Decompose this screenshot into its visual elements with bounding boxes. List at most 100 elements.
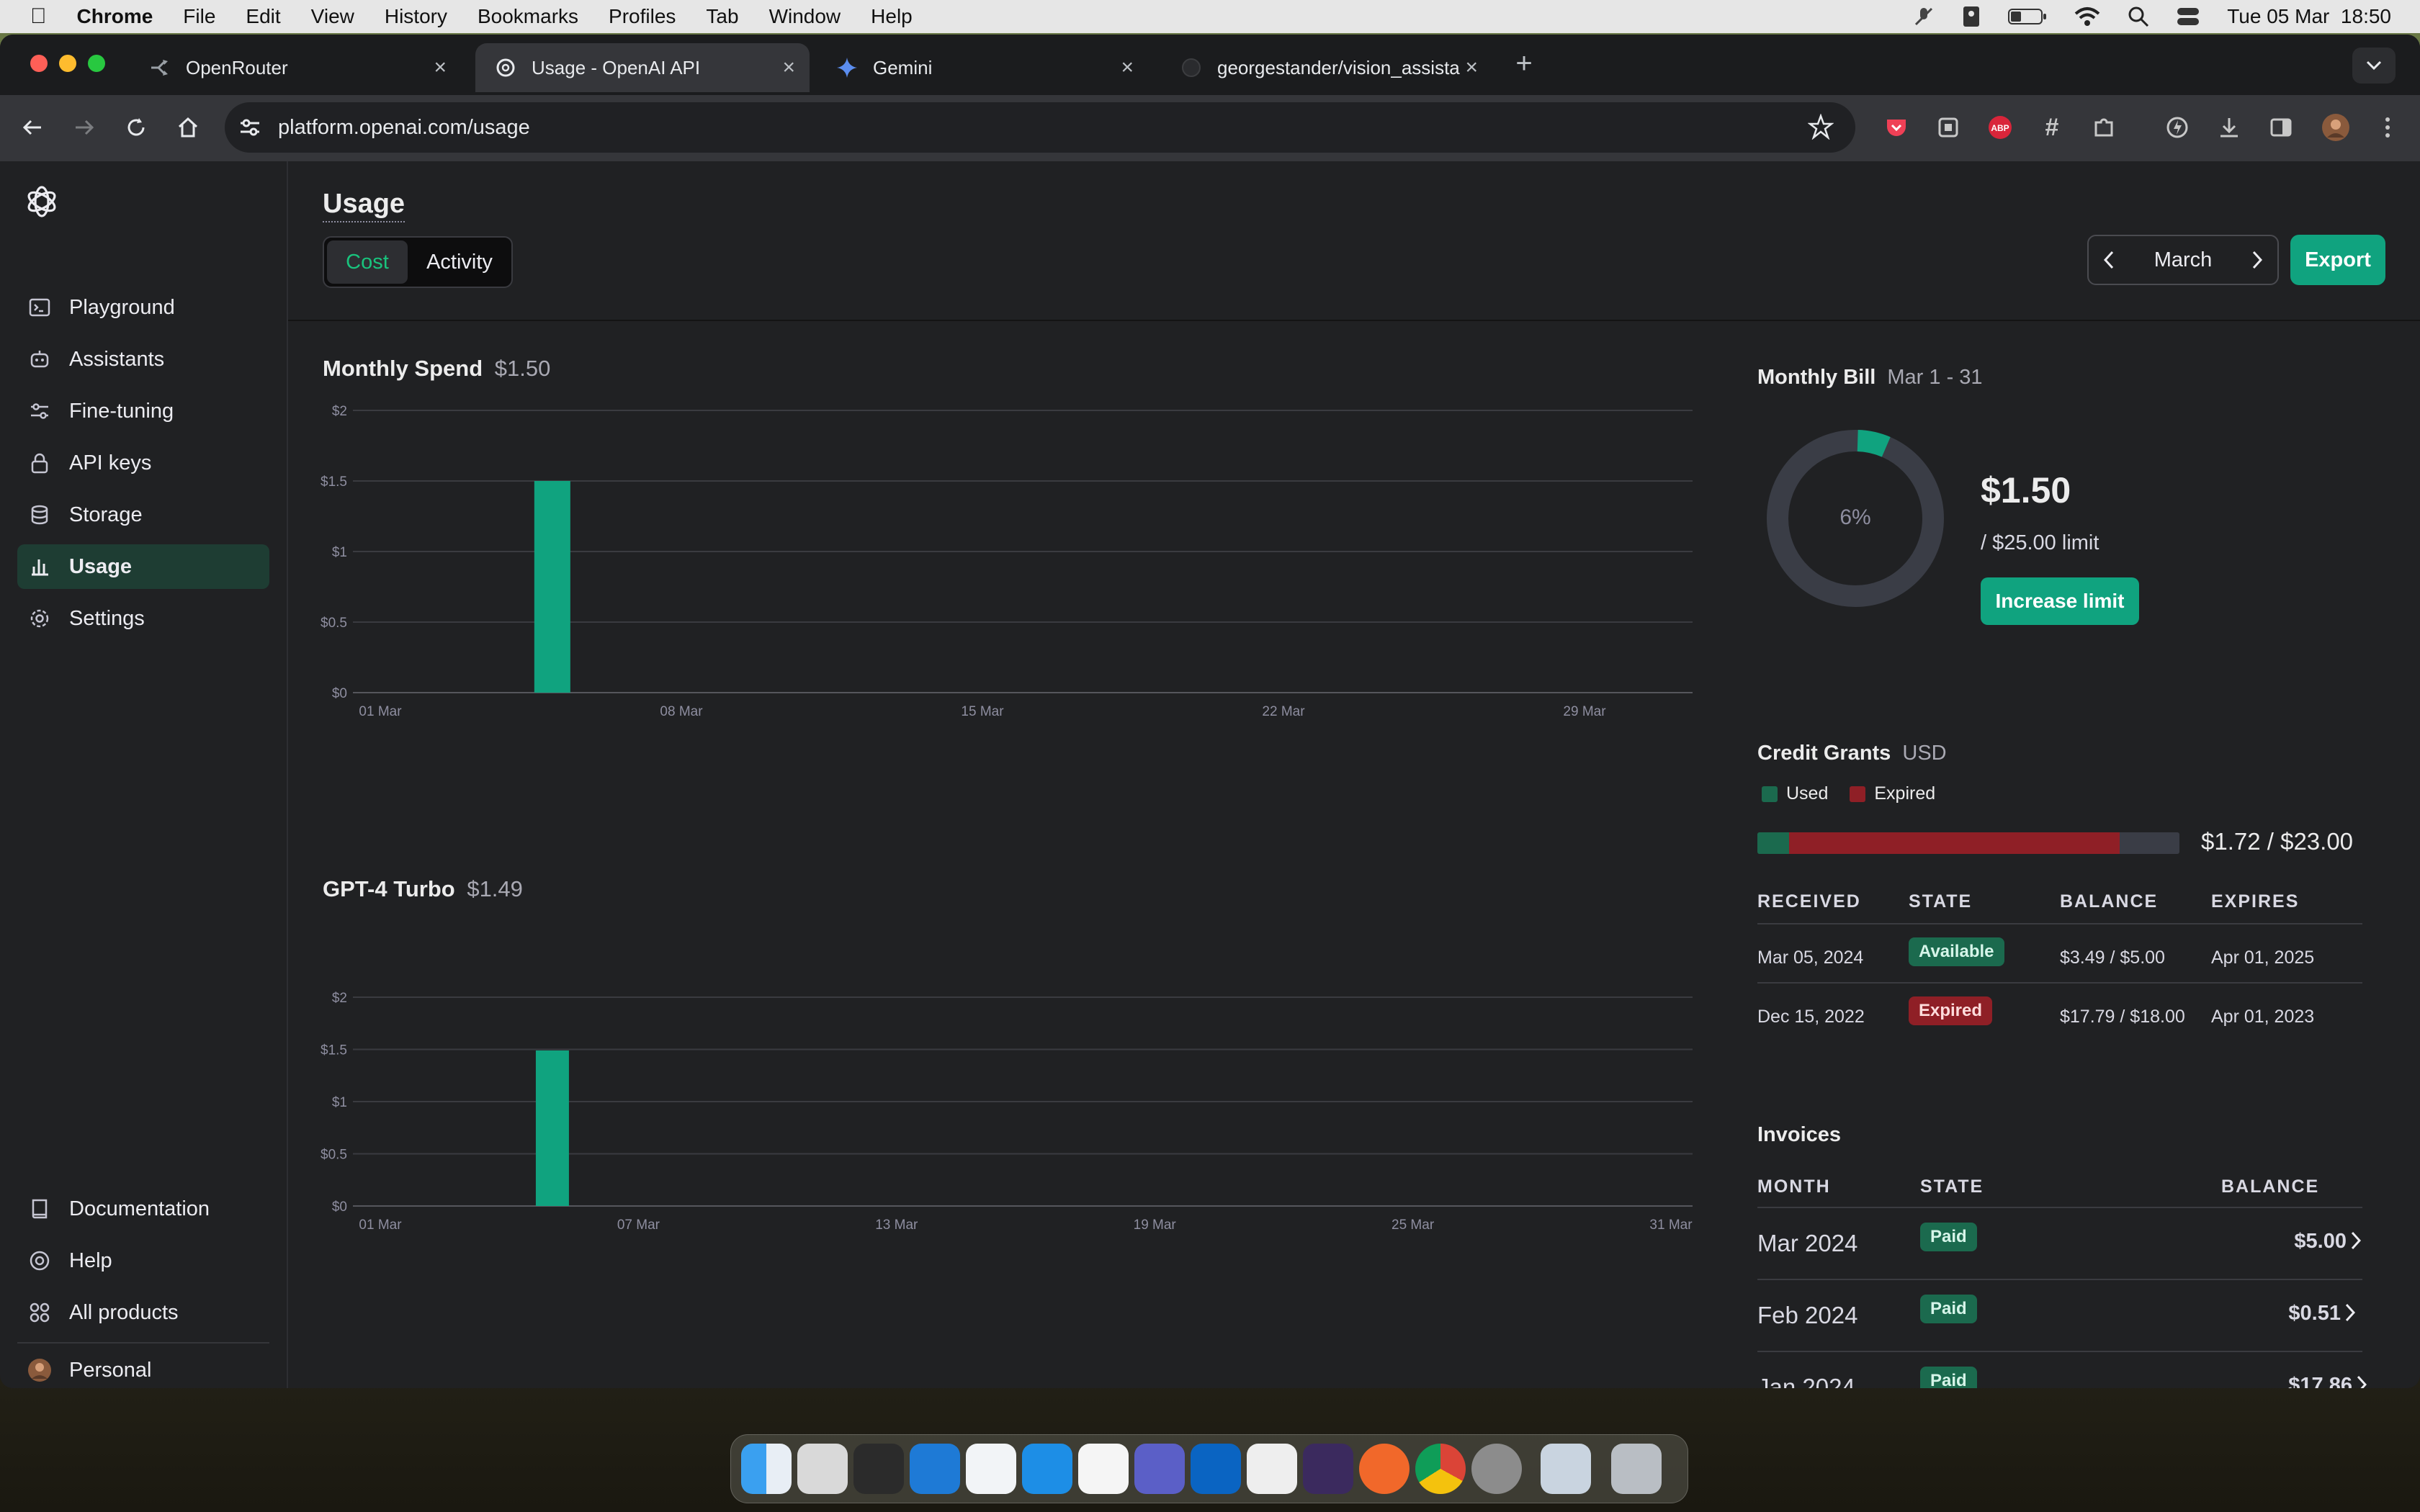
previous-month-icon[interactable] (2089, 250, 2129, 270)
sidebar-item-api-keys[interactable]: API keys (17, 441, 269, 485)
bar-chart-icon (27, 554, 52, 579)
download-icon[interactable] (2211, 109, 2247, 145)
menu-help[interactable]: Help (871, 5, 913, 28)
mic-muted-icon[interactable] (1913, 6, 1935, 27)
account-switcher[interactable]: Personal (17, 1348, 269, 1388)
address-bar[interactable]: platform.openai.com/usage (225, 102, 1855, 153)
launchpad-icon[interactable] (797, 1444, 848, 1494)
sourcetree-icon[interactable] (966, 1444, 1016, 1494)
menu-bookmarks[interactable]: Bookmarks (478, 5, 578, 28)
script-editor-icon[interactable] (853, 1444, 904, 1494)
sidebar-item-storage[interactable]: Storage (17, 492, 269, 537)
battery-icon[interactable] (2008, 7, 2047, 26)
invoice-balance: $0.51 (2288, 1302, 2341, 1325)
menu-edit[interactable]: Edit (246, 5, 280, 28)
close-tab-icon[interactable]: × (434, 55, 447, 80)
adblock-plus-icon[interactable]: ABP (1982, 109, 2018, 145)
finder-icon[interactable] (741, 1444, 792, 1494)
monthly-bill-range: Mar 1 - 31 (1887, 366, 1983, 389)
menu-view[interactable]: View (311, 5, 354, 28)
invoice-balance: $5.00 (2294, 1230, 2347, 1253)
site-info-icon[interactable] (238, 115, 262, 140)
performance-icon[interactable] (2159, 109, 2195, 145)
hashtag-extension-icon[interactable]: # (2034, 109, 2070, 145)
firefox-icon[interactable] (1359, 1444, 1410, 1494)
preview-icon[interactable] (1541, 1444, 1591, 1494)
sidebar-item-help[interactable]: Help (17, 1238, 269, 1283)
sidebar-item-usage[interactable]: Usage (17, 544, 269, 589)
chevron-right-icon[interactable] (2357, 1375, 2367, 1388)
docker-icon[interactable] (1022, 1444, 1072, 1494)
close-tab-icon[interactable]: × (1465, 55, 1478, 80)
grant-balance: $17.79 / $18.00 (2060, 1007, 2185, 1027)
browser-toolbar: platform.openai.com/usage ABP # (0, 95, 2420, 161)
donut-used-arc (1857, 430, 1891, 457)
side-panel-icon[interactable] (2263, 109, 2299, 145)
tab-usage-openai[interactable]: Usage - OpenAI API × (475, 43, 810, 92)
chrome-menu-icon[interactable] (2370, 109, 2406, 145)
y-tick-label: $2 (332, 991, 347, 1006)
home-icon[interactable] (170, 109, 206, 145)
trash-icon[interactable] (1611, 1444, 1662, 1494)
tab-search-chevron-icon[interactable] (2352, 48, 2396, 84)
ollama-icon[interactable] (1078, 1444, 1129, 1494)
tab-openrouter[interactable]: OpenRouter × (130, 43, 461, 92)
menu-window[interactable]: Window (769, 5, 841, 28)
pocket-extension-icon[interactable] (1878, 109, 1914, 145)
sidebar-item-label: Usage (69, 554, 133, 578)
export-button[interactable]: Export (2290, 235, 2385, 285)
sidebar-item-settings[interactable]: Settings (17, 596, 269, 641)
chrome-icon[interactable] (1415, 1444, 1466, 1494)
sidebar-item-documentation[interactable]: Documentation (17, 1187, 269, 1231)
extension-square-icon[interactable] (1930, 109, 1966, 145)
close-tab-icon[interactable]: × (1121, 55, 1134, 80)
wifi-icon[interactable] (2074, 6, 2100, 27)
menu-app-name[interactable]: Chrome (77, 5, 153, 28)
tab-cost[interactable]: Cost (327, 240, 408, 284)
minimize-window-button[interactable] (59, 55, 76, 72)
contact-card-icon[interactable] (1962, 5, 1981, 28)
control-center-icon[interactable] (2177, 6, 2200, 27)
chevron-right-icon[interactable] (2345, 1303, 2355, 1322)
menubar-clock[interactable]: Tue 05 Mar 18:50 (2227, 5, 2391, 28)
reload-icon[interactable] (118, 109, 154, 145)
apple-icon[interactable]:  (30, 4, 47, 29)
month-label[interactable]: March (2154, 248, 2213, 272)
menu-tab[interactable]: Tab (706, 5, 738, 28)
legend-expired-label: Expired (1874, 783, 1936, 804)
tab-gemini[interactable]: Gemini × (817, 43, 1148, 92)
vscode-icon[interactable] (910, 1444, 960, 1494)
bookmark-star-icon[interactable] (1808, 114, 1834, 140)
tab-activity[interactable]: Activity (411, 240, 508, 284)
forward-icon[interactable] (66, 109, 102, 145)
close-window-button[interactable] (30, 55, 48, 72)
sidebar-item-fine-tuning[interactable]: Fine-tuning (17, 389, 269, 433)
textedit-icon[interactable] (1247, 1444, 1297, 1494)
invoice-month: Jan 2024 (1757, 1374, 1855, 1388)
new-tab-button[interactable]: + (1508, 48, 1540, 84)
increase-limit-button[interactable]: Increase limit (1981, 577, 2139, 625)
monthly-bill-heading: Monthly Bill Mar 1 - 31 (1757, 366, 1983, 390)
zoom-window-button[interactable] (88, 55, 105, 72)
menu-history[interactable]: History (385, 5, 447, 28)
next-month-icon[interactable] (2237, 250, 2277, 270)
close-tab-icon[interactable]: × (782, 55, 795, 80)
menu-profiles[interactable]: Profiles (609, 5, 676, 28)
gear-icon (27, 606, 52, 631)
extensions-puzzle-icon[interactable] (2086, 109, 2122, 145)
obsidian-icon[interactable] (1303, 1444, 1353, 1494)
profile-avatar[interactable] (2318, 109, 2354, 145)
menu-file[interactable]: File (183, 5, 215, 28)
teams-icon[interactable] (1134, 1444, 1185, 1494)
spotlight-search-icon[interactable] (2128, 6, 2149, 27)
system-settings-icon[interactable] (1471, 1444, 1522, 1494)
sidebar-item-all-products[interactable]: All products (17, 1290, 269, 1335)
sidebar-item-playground[interactable]: Playground (17, 285, 269, 330)
openai-logo-icon[interactable] (23, 183, 60, 220)
tab-github[interactable]: georgestander/vision_assista × (1161, 43, 1492, 92)
back-icon[interactable] (14, 109, 50, 145)
outlook-icon[interactable] (1191, 1444, 1241, 1494)
chevron-right-icon[interactable] (2351, 1231, 2361, 1250)
model-spend-label: GPT-4 Turbo (323, 876, 455, 901)
sidebar-item-assistants[interactable]: Assistants (17, 337, 269, 382)
